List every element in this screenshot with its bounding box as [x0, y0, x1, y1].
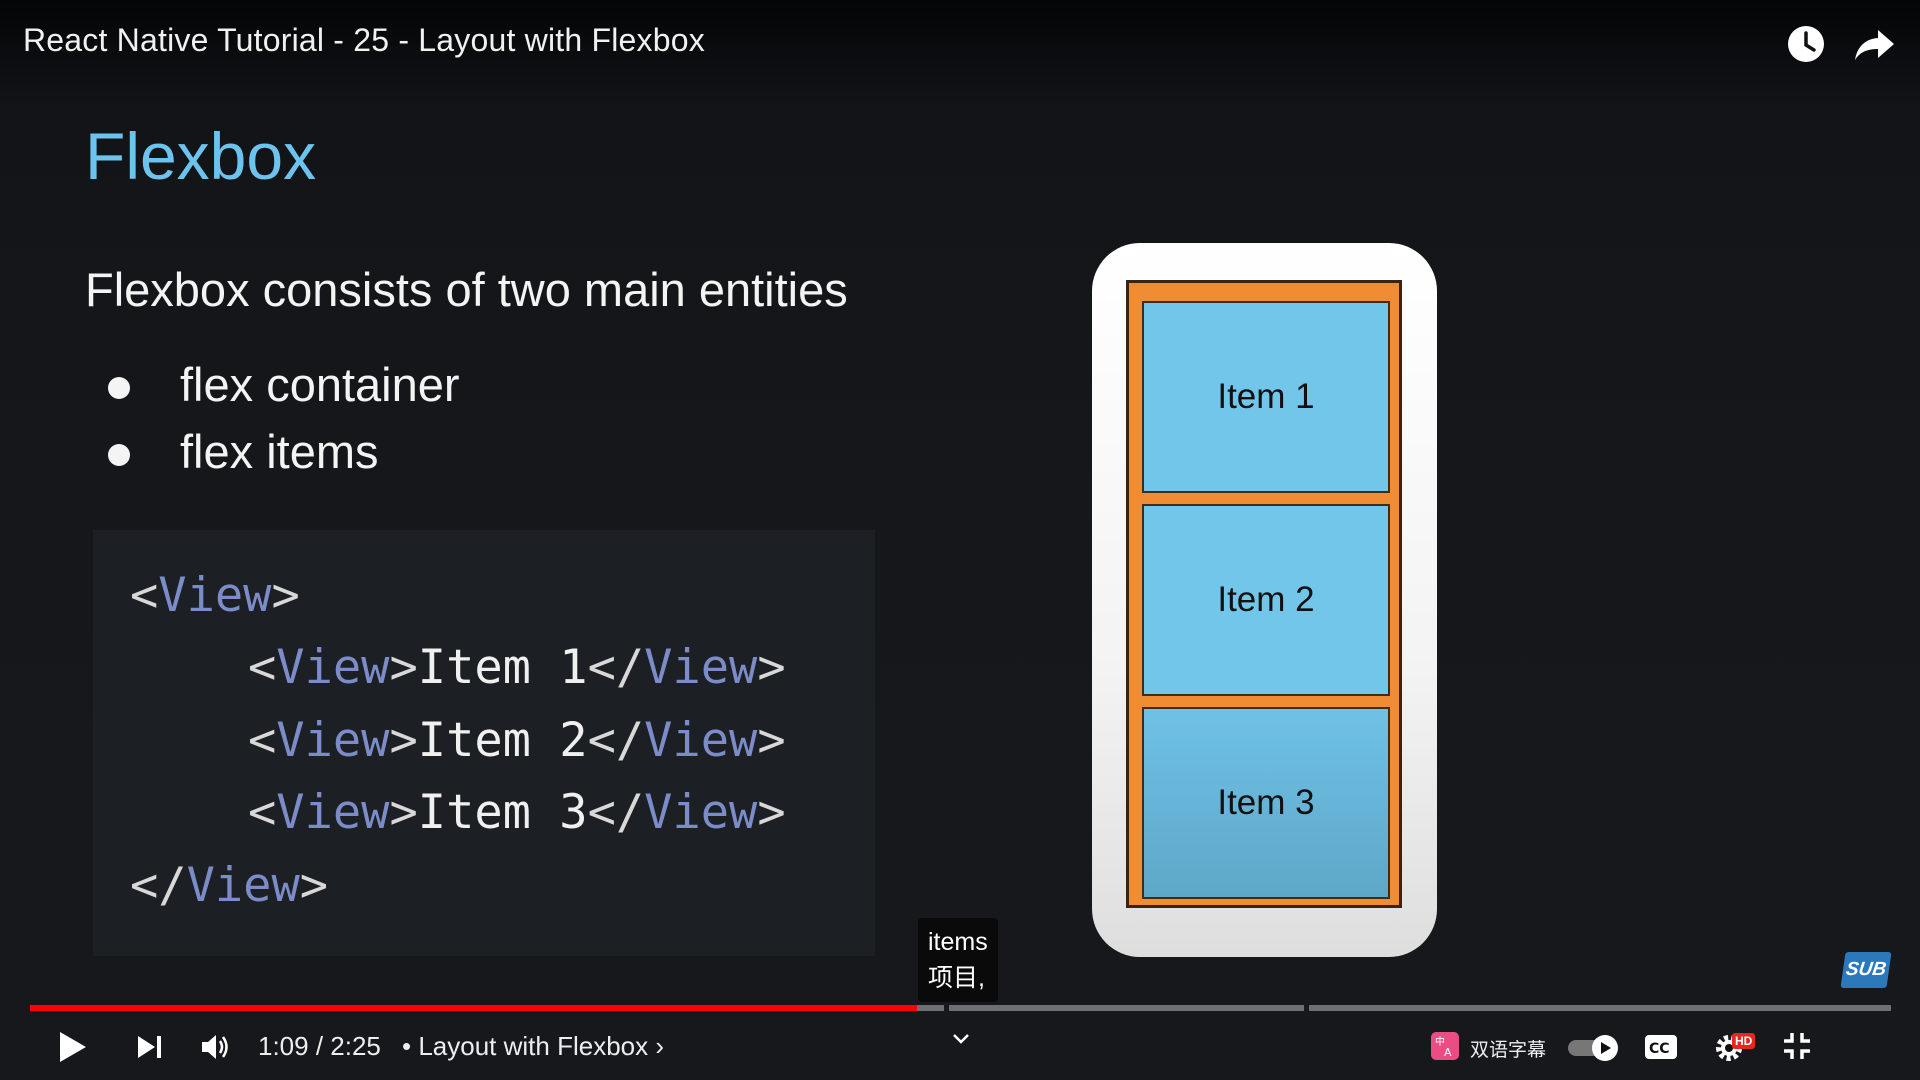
svg-text:CC: CC: [1649, 1041, 1670, 1057]
flex-item-box: Item 1: [1142, 301, 1390, 493]
share-arrow-icon[interactable]: [1852, 22, 1896, 66]
code-line: <View>Item 2</View>: [248, 713, 786, 768]
progress-played: [30, 1005, 917, 1011]
slide-heading: Flexbox: [85, 119, 317, 193]
bullet-dot-icon: [108, 444, 130, 466]
next-icon[interactable]: [136, 1033, 164, 1066]
chevron-down-icon[interactable]: [951, 1032, 971, 1051]
translate-icon[interactable]: 中A: [1430, 1031, 1460, 1066]
code-line: <View>Item 1</View>: [248, 640, 786, 695]
bullet-dot-icon: [108, 377, 130, 399]
video-title[interactable]: React Native Tutorial - 25 - Layout with…: [23, 22, 705, 59]
progress-segment[interactable]: [1309, 1005, 1891, 1011]
svg-text:A: A: [1444, 1046, 1452, 1059]
caption-line: 项目,: [928, 964, 985, 992]
volume-icon[interactable]: [199, 1030, 233, 1069]
chevron-right-icon: ›: [655, 1031, 665, 1061]
caption-line: items: [928, 928, 988, 956]
chapter-separator: •: [402, 1031, 412, 1061]
dual-subtitle-label[interactable]: 双语字幕: [1470, 1035, 1546, 1062]
autoplay-toggle[interactable]: [1567, 1034, 1621, 1067]
code-line: <View>: [130, 568, 300, 623]
exit-fullscreen-icon[interactable]: [1782, 1031, 1812, 1066]
time-display: 1:09 / 2:25: [258, 1031, 381, 1061]
chapter-title[interactable]: • Layout with Flexbox ›: [402, 1031, 664, 1062]
phone-mockup: Item 1 Item 2 Item 3: [1092, 243, 1437, 957]
cc-icon[interactable]: CC: [1644, 1034, 1678, 1065]
play-icon[interactable]: [58, 1030, 88, 1069]
flex-container-diagram: Item 1 Item 2 Item 3: [1126, 280, 1402, 908]
slide-intro: Flexbox consists of two main entities: [85, 263, 848, 316]
subtitle-caption: items 项目,: [918, 918, 998, 1002]
code-block: <View> <View>Item 1</View> <View>Item 2<…: [93, 530, 875, 956]
flex-item-box: Item 3: [1142, 707, 1390, 899]
hd-badge: HD: [1732, 1033, 1756, 1049]
progress-segment[interactable]: [949, 1005, 1304, 1011]
code-line: </View>: [130, 858, 329, 913]
clock-icon[interactable]: [1784, 22, 1828, 66]
flex-item-box: Item 2: [1142, 504, 1390, 696]
bullet-text: flex items: [180, 425, 379, 478]
code-line: <View>Item 3</View>: [248, 785, 786, 840]
bullet-text: flex container: [180, 358, 460, 411]
chapter-label: Layout with Flexbox: [418, 1031, 649, 1061]
sub-badge[interactable]: SUB: [1840, 952, 1892, 988]
